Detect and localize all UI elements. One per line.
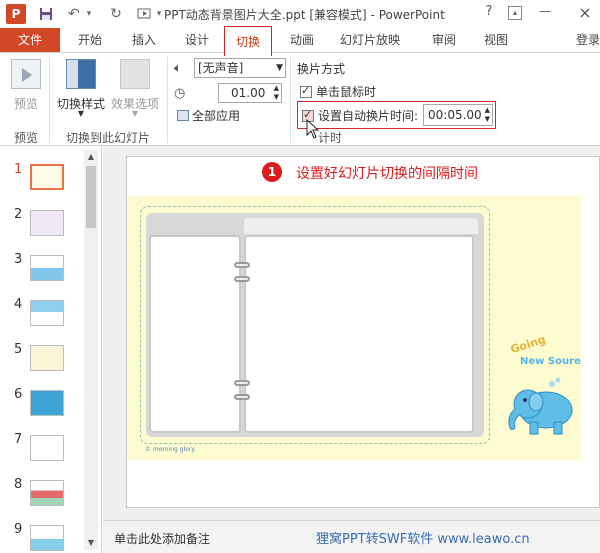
scrollbar-thumb[interactable] xyxy=(86,166,96,228)
sign-in-link[interactable]: 登录 xyxy=(574,28,600,52)
window-title: PPT动态背景图片大全.ppt [兼容模式] - PowerPoint xyxy=(164,8,445,22)
title-bar: P ↶ ▾ ↻ ▾ PPT动态背景图片大全.ppt [兼容模式] - Power… xyxy=(0,0,600,28)
save-icon[interactable] xyxy=(38,4,54,24)
annotation-text: 设置好幻灯片切换的间隔时间 xyxy=(296,166,478,182)
notebook-top-strip xyxy=(244,218,478,234)
on-mouse-click-checkbox[interactable]: 单击鼠标时 xyxy=(300,83,376,100)
slide-number: 5 xyxy=(14,342,23,357)
effect-options-button[interactable]: 效果选项 ▼ xyxy=(110,59,160,121)
notes-placeholder[interactable]: 单击此处添加备注 xyxy=(114,530,210,547)
apply-all-icon xyxy=(177,110,189,121)
binder-ring xyxy=(234,394,250,400)
new-soure-text: New Soure xyxy=(520,356,581,367)
powerpoint-logo-icon: P xyxy=(6,4,26,24)
ribbon-display-options-icon[interactable]: ▴ xyxy=(508,6,522,20)
transition-style-icon xyxy=(66,59,96,89)
preview-button[interactable]: 预览 xyxy=(8,59,44,111)
advance-slide-title: 换片方式 xyxy=(297,62,346,76)
group-separator xyxy=(167,57,168,143)
scroll-down-icon[interactable]: ▼ xyxy=(84,536,98,550)
group-separator xyxy=(290,57,291,143)
slide-number: 8 xyxy=(14,477,23,492)
after-time-label: 设置自动换片时间: xyxy=(318,109,419,123)
group-separator xyxy=(49,57,50,143)
checkbox-icon[interactable] xyxy=(300,84,312,98)
slide-number: 1 xyxy=(14,162,23,177)
ribbon: 预览 预览 切换样式 ▼ 效果选项 ▼ 切换到此幻灯片 🔈︎ [无声音] ▼ ◷… xyxy=(0,52,600,146)
apply-to-all-button[interactable]: 全部应用 xyxy=(177,107,240,124)
slide-number: 9 xyxy=(14,522,23,537)
slide-thumbnail-panel: 1 2 3 4 5 6 7 8 9 ▲ ▼ xyxy=(0,146,102,553)
slide-thumbnail-1[interactable] xyxy=(30,164,64,190)
slide-number: 6 xyxy=(14,387,23,402)
tab-transitions[interactable]: 切换 xyxy=(224,26,272,56)
speaker-icon: 🔈︎ xyxy=(174,61,182,76)
binder-ring xyxy=(234,380,250,386)
slide-thumbnail-9[interactable] xyxy=(30,525,64,551)
undo-icon[interactable]: ↶ xyxy=(66,4,82,24)
binder-ring xyxy=(234,276,250,282)
elephant-illustration xyxy=(498,376,582,438)
undo-dropdown-icon[interactable]: ▾ xyxy=(84,4,94,24)
transition-style-button[interactable]: 切换样式 ▼ xyxy=(56,59,106,121)
spinner-icon[interactable]: ▲ ▼ xyxy=(485,106,490,124)
tab-file[interactable]: 文件 xyxy=(0,28,60,52)
effect-options-icon xyxy=(120,59,150,89)
close-icon[interactable]: × xyxy=(577,3,593,23)
clock-icon: ◷ xyxy=(174,86,186,101)
help-button[interactable]: ? xyxy=(481,4,497,24)
on-mouse-click-label: 单击鼠标时 xyxy=(316,85,377,99)
tab-insert[interactable]: 插入 xyxy=(128,28,160,52)
slide-number: 7 xyxy=(14,432,23,447)
chevron-down-icon: ▼ xyxy=(77,109,85,118)
after-time-value: 00:05.00 xyxy=(428,108,482,122)
minimize-icon[interactable]: — xyxy=(537,4,553,24)
ribbon-tabs: 文件 开始 插入 设计 切换 动画 幻灯片放映 审阅 视图 登录 xyxy=(0,26,600,56)
slide-number: 4 xyxy=(14,297,23,312)
tab-design[interactable]: 设计 xyxy=(181,28,213,52)
scroll-up-icon[interactable]: ▲ xyxy=(84,150,98,164)
notebook-right-page xyxy=(244,235,474,433)
group-label-preview: 预览 xyxy=(14,131,39,145)
tab-animations[interactable]: 动画 xyxy=(286,28,318,52)
slide-thumbnail-4[interactable] xyxy=(30,300,64,326)
slide-thumbnail-8[interactable] xyxy=(30,480,64,506)
brand-caption: © morning glory xyxy=(145,446,195,453)
quick-access-more-icon[interactable]: ▾ xyxy=(154,4,164,24)
apply-to-all-label: 全部应用 xyxy=(192,109,241,123)
duration-value: 01.00 xyxy=(231,86,266,100)
watermark-text: 狸窝PPT转SWF软件 www.leawo.cn xyxy=(316,532,530,547)
binder-ring xyxy=(234,262,250,268)
slide-number: 2 xyxy=(14,207,23,222)
group-label-transition: 切换到此幻灯片 xyxy=(66,131,151,145)
duration-input[interactable]: 01.00 ▲ ▼ xyxy=(218,83,282,103)
slide-thumbnail-2[interactable] xyxy=(30,210,64,236)
spinner-icon[interactable]: ▲ ▼ xyxy=(274,84,279,102)
step-number-badge: 1 xyxy=(262,162,282,182)
slideshow-from-start-icon[interactable] xyxy=(136,4,154,24)
preview-button-label: 预览 xyxy=(13,97,38,111)
tab-home[interactable]: 开始 xyxy=(74,28,106,52)
after-time-input[interactable]: 00:05.00 ▲ ▼ xyxy=(423,104,493,126)
tab-slideshow[interactable]: 幻灯片放映 xyxy=(338,28,402,52)
tab-view[interactable]: 视图 xyxy=(480,28,512,52)
slide-thumbnail-3[interactable] xyxy=(30,255,64,281)
sound-select[interactable]: [无声音] ▼ xyxy=(194,58,286,78)
slide-thumbnail-5[interactable] xyxy=(30,345,64,371)
redo-icon[interactable]: ↻ xyxy=(108,4,124,24)
chevron-down-icon: ▼ xyxy=(131,109,139,118)
chevron-down-icon[interactable]: ▼ xyxy=(276,59,283,77)
group-label-timing: 计时 xyxy=(318,131,343,145)
slide-number: 3 xyxy=(14,252,23,267)
tab-review[interactable]: 审阅 xyxy=(428,28,460,52)
slide-thumbnail-7[interactable] xyxy=(30,435,64,461)
slide-thumbnail-6[interactable] xyxy=(30,390,64,416)
sound-select-value: [无声音] xyxy=(198,61,244,75)
preview-icon xyxy=(11,59,41,89)
notebook-left-page xyxy=(149,235,241,433)
